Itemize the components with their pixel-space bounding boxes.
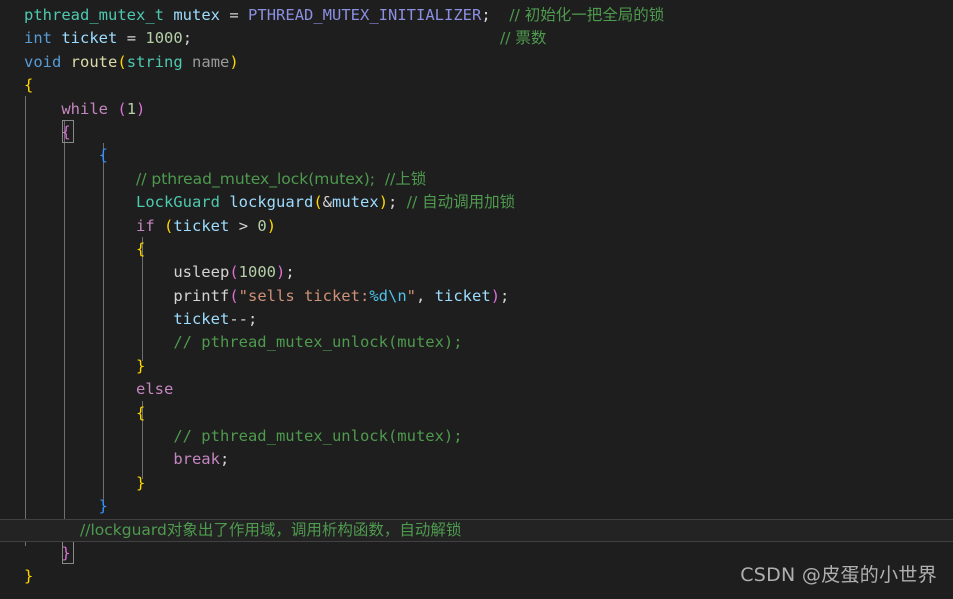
token-paren-close: ) — [275, 263, 286, 282]
token-string-end: " — [406, 286, 416, 305]
code-line-24[interactable]: } — [0, 542, 953, 565]
code-line-5[interactable]: while (1) — [0, 98, 953, 121]
token-keyword: int — [24, 29, 52, 48]
token-number: 1000 — [145, 29, 183, 48]
code-line-4[interactable]: { — [0, 74, 953, 97]
token-macro: PTHREAD_MUTEX_INITIALIZER — [248, 6, 482, 24]
token-control-keyword: else — [135, 380, 174, 399]
token-paren-close: ) — [229, 52, 239, 71]
token-paren-close: ) — [266, 216, 277, 235]
code-line-9[interactable]: LockGuard lockguard(&mutex); // 自动调用加锁 — [0, 191, 953, 214]
code-line-19[interactable]: // pthread_mutex_unlock(mutex); — [0, 425, 953, 448]
token-comment: // 初始化一把全局的锁 — [509, 6, 665, 24]
code-editor[interactable]: pthread_mutex_t mutex = PTHREAD_MUTEX_IN… — [0, 0, 953, 599]
token-paren-close: ) — [490, 286, 501, 305]
token-argument: mutex — [332, 193, 379, 212]
code-line-13[interactable]: printf("sells ticket:%d\n", ticket); — [0, 285, 953, 308]
token-paren-open: ( — [313, 193, 323, 212]
token-function-call: usleep — [173, 263, 230, 282]
code-line-18[interactable]: { — [0, 402, 953, 425]
token-semicolon: ; — [285, 263, 295, 282]
code-line-20[interactable]: break; — [0, 448, 953, 471]
token-brace: } — [98, 497, 108, 516]
code-line-14[interactable]: ticket--; — [0, 308, 953, 331]
token-comment: //lockguard对象出了作用域，调用析构函数，自动解锁 — [80, 520, 462, 539]
token-variable: ticket — [173, 310, 230, 329]
code-line-12[interactable]: usleep(1000); — [0, 261, 953, 284]
code-line-3[interactable]: void route(string name) — [0, 51, 953, 74]
token-control-keyword: while — [61, 99, 108, 118]
token-semicolon: ; — [247, 310, 258, 329]
token-paren-close: ) — [136, 99, 146, 118]
token-format-specifier: %d — [369, 286, 388, 305]
token-string-start: "sells ticket: — [238, 286, 370, 305]
token-type: string — [126, 52, 183, 71]
token-operator: > — [238, 216, 249, 235]
token-variable: ticket — [173, 216, 230, 235]
token-comment: // pthread_mutex_unlock(mutex); — [173, 427, 463, 446]
token-type: LockGuard — [135, 193, 220, 212]
token-brace: { — [61, 122, 71, 141]
token-comment: // 票数 — [500, 29, 547, 48]
token-parameter: name — [192, 52, 230, 71]
token-escape-sequence: \n — [387, 286, 407, 305]
code-line-10[interactable]: if (ticket > 0) — [0, 215, 953, 238]
code-line-21[interactable]: } — [0, 472, 953, 495]
token-brace: } — [135, 356, 146, 375]
token-variable: ticket — [434, 286, 491, 305]
code-line-11[interactable]: { — [0, 238, 953, 261]
token-function-name: route — [70, 52, 118, 71]
csdn-watermark: CSDN @皮蛋的小世界 — [740, 563, 937, 586]
token-type: pthread_mutex_t — [24, 6, 164, 24]
code-line-17[interactable]: else — [0, 378, 953, 401]
token-comment: // 自动调用加锁 — [406, 193, 516, 212]
token-number: 1000 — [238, 263, 276, 282]
token-control-keyword: break — [173, 450, 220, 469]
token-operator: = — [229, 6, 239, 24]
token-brace: { — [98, 146, 108, 165]
token-paren-open: ( — [229, 263, 239, 282]
token-comment: // pthread_mutex_unlock(mutex); — [173, 333, 463, 352]
token-number: 1 — [126, 99, 137, 118]
token-comment: // pthread_mutex_lock(mutex); //上锁 — [135, 169, 427, 188]
token-semicolon: ; — [388, 193, 398, 212]
token-brace: { — [135, 239, 146, 258]
token-variable: lockguard — [229, 193, 314, 212]
token-function-call: printf — [173, 286, 230, 305]
token-paren-close: ) — [378, 193, 389, 212]
token-variable: ticket — [61, 29, 118, 48]
token-address-of-operator: & — [322, 193, 333, 212]
code-line-15[interactable]: // pthread_mutex_unlock(mutex); — [0, 331, 953, 354]
token-brace: } — [61, 543, 71, 562]
token-paren-open: ( — [164, 216, 174, 235]
code-line-7[interactable]: { — [0, 144, 953, 167]
code-line-22[interactable]: } — [0, 495, 953, 518]
token-semicolon: ; — [500, 286, 510, 305]
code-line-16[interactable]: } — [0, 355, 953, 378]
token-paren-open: ( — [117, 52, 127, 71]
token-semicolon: ; — [219, 450, 230, 469]
code-line-23-current[interactable]: //lockguard对象出了作用域，调用析构函数，自动解锁 — [0, 518, 953, 542]
token-number: 0 — [257, 216, 267, 235]
token-operator: = — [126, 29, 137, 48]
token-brace: { — [24, 76, 34, 95]
token-operator: -- — [229, 310, 248, 329]
token-paren-open: ( — [117, 99, 127, 118]
token-control-keyword: if — [135, 216, 155, 235]
token-brace: { — [135, 403, 146, 422]
code-line-2[interactable]: int ticket = 1000; // 票数 — [0, 27, 953, 50]
token-keyword: void — [24, 52, 62, 71]
code-line-6[interactable]: { — [0, 121, 953, 144]
token-comma: , — [416, 286, 426, 305]
token-brace: } — [24, 567, 34, 586]
token-semicolon: ; — [182, 29, 193, 48]
token-brace: } — [135, 473, 146, 492]
token-semicolon: ; — [481, 6, 491, 24]
token-variable: mutex — [173, 6, 220, 24]
code-line-8[interactable]: // pthread_mutex_lock(mutex); //上锁 — [0, 168, 953, 191]
code-line-1[interactable]: pthread_mutex_t mutex = PTHREAD_MUTEX_IN… — [0, 4, 953, 27]
token-paren-open: ( — [229, 286, 239, 305]
